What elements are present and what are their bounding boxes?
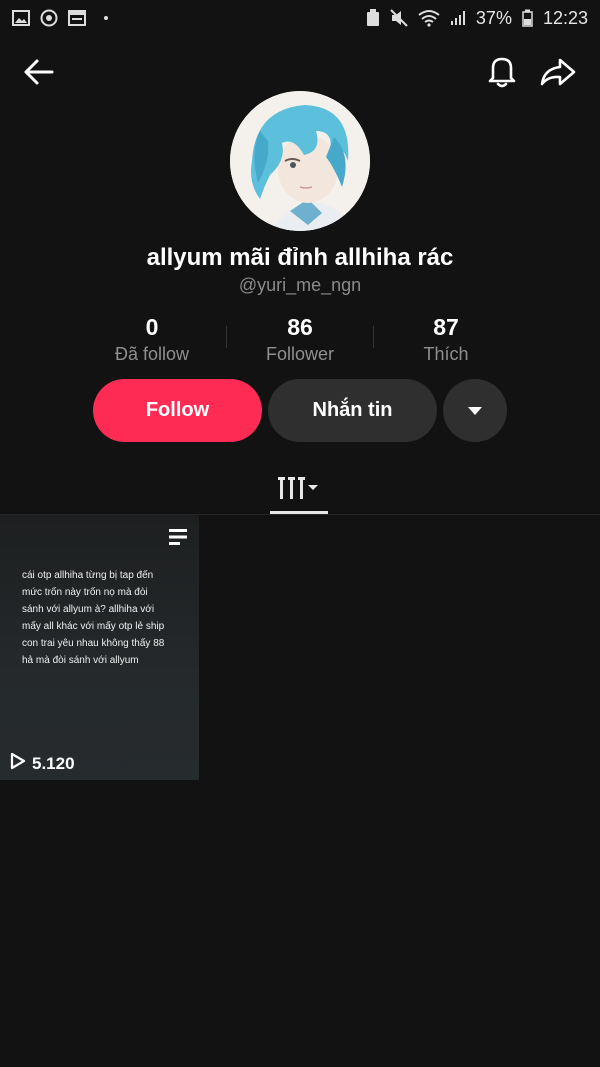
display-name: allyum mãi đỉnh allhiha rác — [146, 244, 454, 271]
stat-following-label: Đã follow — [114, 344, 190, 364]
caret-down-icon — [467, 399, 483, 422]
stat-likes-count: 87 — [433, 314, 459, 340]
tab-videos[interactable] — [270, 466, 328, 514]
gallery-icon — [12, 10, 30, 26]
grid-columns-icon — [277, 474, 321, 507]
battery-saver-icon — [366, 9, 380, 27]
follow-button[interactable]: Follow — [93, 379, 262, 442]
video-views: 5.120 — [10, 752, 75, 775]
bell-icon — [487, 54, 517, 93]
content-tabs — [0, 466, 600, 514]
battery-icon — [522, 9, 533, 27]
status-bar-left — [12, 9, 108, 27]
profile-header — [0, 50, 600, 96]
notification-dot — [104, 16, 108, 20]
signal-icon — [450, 10, 466, 26]
status-bar-right: 37% 12:23 — [366, 8, 588, 29]
stat-followers-label: Follower — [265, 344, 335, 364]
sync-icon — [40, 9, 58, 27]
video-caption: cái otp allhiha từng bị tap đến mức trốn… — [22, 570, 165, 666]
wifi-icon — [418, 9, 440, 27]
avatar-illustration — [230, 91, 370, 231]
username: @yuri_me_ngn — [238, 275, 362, 295]
stat-followers-count: 86 — [287, 314, 313, 340]
video-thumbnail[interactable]: cái otp allhiha từng bị tap đến mức trốn… — [0, 515, 199, 780]
stat-following[interactable]: 0 Đã follow — [77, 314, 227, 365]
profile-stats: 0 Đã follow 86 Follower 87 Thích — [0, 314, 600, 370]
text-post-icon — [168, 527, 188, 547]
share-arrow-icon — [540, 57, 576, 92]
message-button[interactable]: Nhắn tin — [268, 379, 437, 442]
stat-likes-label: Thích — [423, 344, 469, 364]
status-bar: 37% 12:23 — [0, 0, 600, 36]
stat-followers[interactable]: 86 Follower — [225, 314, 375, 365]
notifications-button[interactable] — [484, 54, 520, 92]
stat-following-count: 0 — [145, 314, 159, 340]
mute-icon — [390, 9, 408, 27]
play-outline-icon — [10, 752, 26, 775]
back-button[interactable] — [20, 56, 56, 92]
stat-likes[interactable]: 87 Thích — [371, 314, 521, 365]
calendar-icon — [68, 10, 86, 26]
battery-percent: 37% — [475, 7, 512, 28]
avatar[interactable] — [230, 91, 370, 231]
arrow-left-icon — [22, 58, 54, 91]
clock: 12:23 — [542, 7, 588, 28]
video-view-count: 5.120 — [32, 753, 75, 773]
more-options-button[interactable] — [443, 379, 507, 442]
share-button[interactable] — [538, 56, 578, 92]
